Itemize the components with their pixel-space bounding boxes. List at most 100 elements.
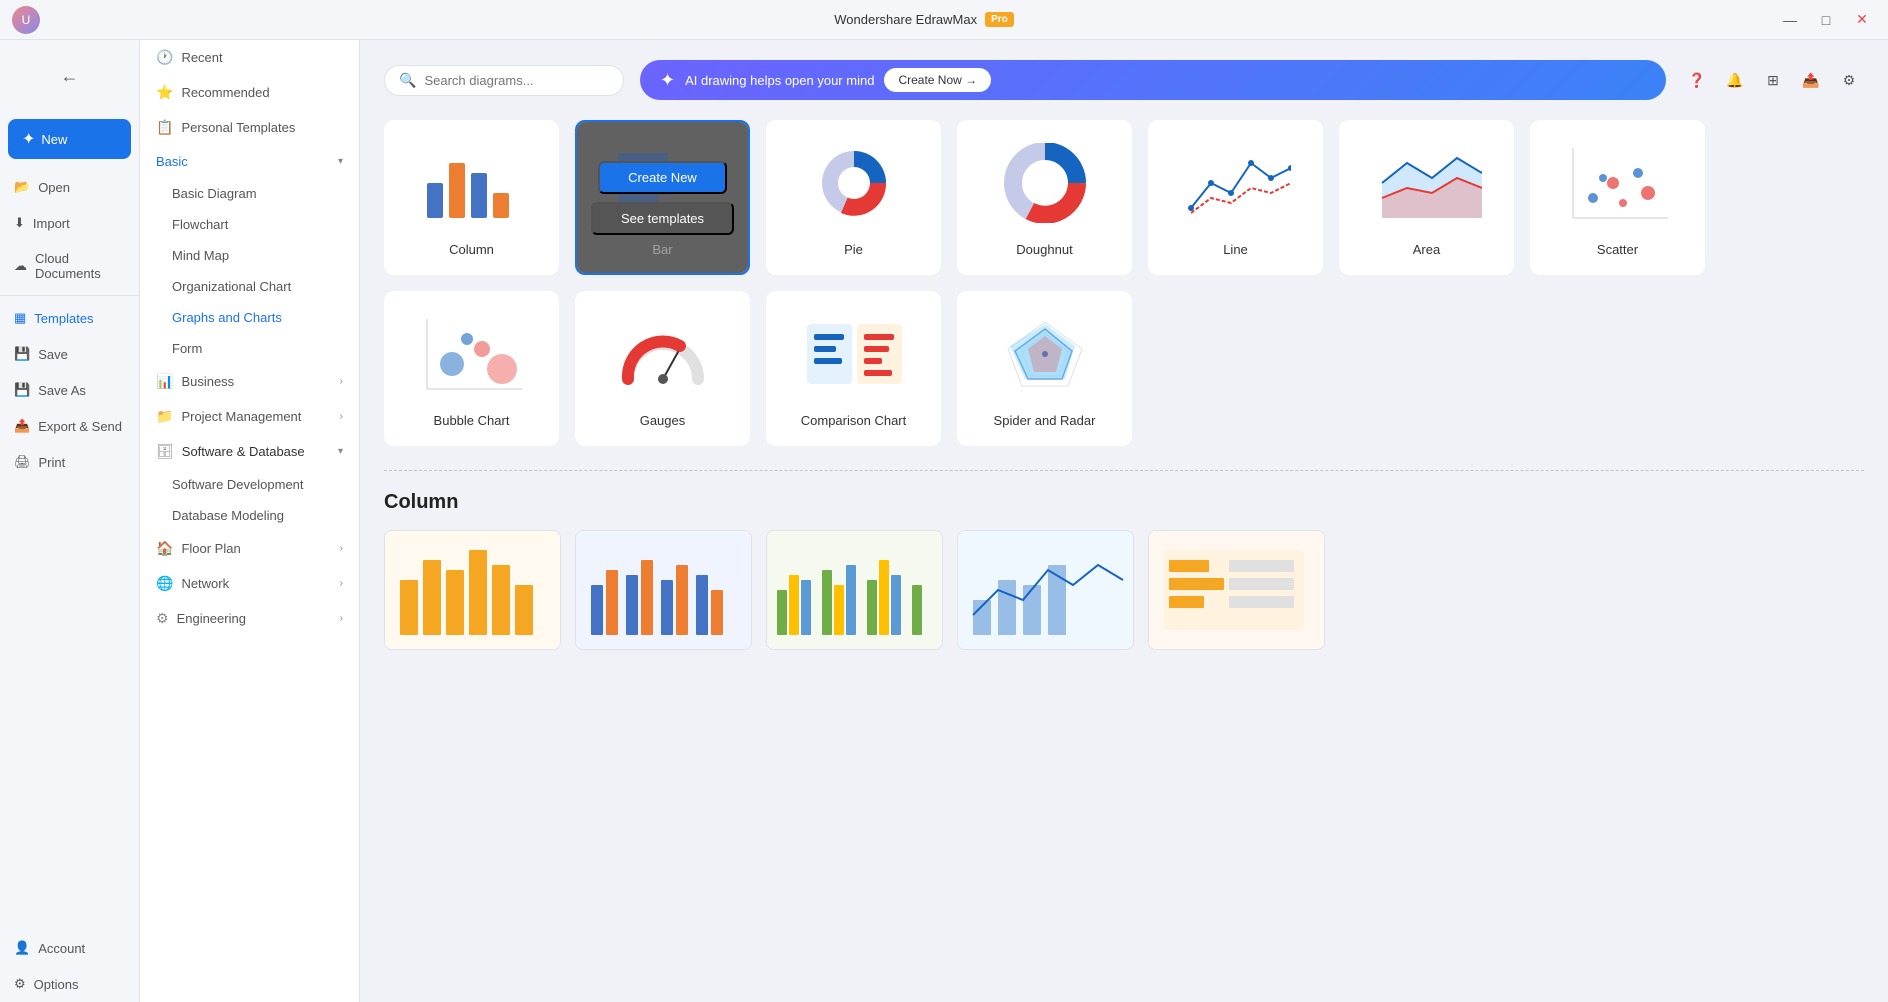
ai-create-now-button[interactable]: Create Now → [884,68,991,92]
titlebar: U Wondershare EdrawMax Pro — □ ✕ [0,0,1888,40]
template-card-1[interactable] [384,530,561,650]
business-chevron: › [340,376,343,387]
area-label: Area [1413,242,1440,257]
print-label: Print [39,455,66,470]
templates-button[interactable]: ▦ Templates [0,300,139,336]
recommended-icon: ⭐ [156,84,173,101]
save-as-label: Save As [38,383,86,398]
sidebar-item-form[interactable]: Form [140,333,359,364]
sidebar-item-recommended[interactable]: ⭐ Recommended [140,75,359,110]
templates-label: Templates [34,311,93,326]
chart-type-doughnut[interactable]: Doughnut [957,120,1132,275]
save-as-button[interactable]: 💾 Save As [0,372,139,408]
open-button[interactable]: 📂 Open [0,169,139,205]
doughnut-label: Doughnut [1016,242,1072,257]
engineering-icon: ⚙ [156,610,169,627]
sidebar-item-graphs-charts[interactable]: Graphs and Charts [140,302,359,333]
section-project-mgmt[interactable]: 📁 Project Management › [140,399,359,434]
account-button[interactable]: 👤 Account [0,930,139,966]
create-new-button[interactable]: Create New [598,161,727,194]
template-card-2[interactable] [575,530,752,650]
chart-type-comparison[interactable]: Comparison Chart [766,291,941,446]
sidebar-item-database-modeling[interactable]: Database Modeling [140,500,359,531]
section-engineering[interactable]: ⚙ Engineering › [140,601,359,636]
chart-type-line[interactable]: Line [1148,120,1323,275]
options-icon: ⚙ [14,976,26,992]
import-button[interactable]: ⬇ Import [0,205,139,241]
cloud-documents-button[interactable]: ☁ Cloud Documents [0,241,139,291]
help-icon[interactable]: ❓ [1682,65,1712,95]
bubble-preview [412,309,532,399]
new-label: New [41,132,67,147]
topbar: 🔍 ✦ AI drawing helps open your mind Crea… [384,60,1864,100]
section-basic[interactable]: Basic ▾ [140,145,359,178]
open-icon: 📂 [14,179,30,195]
chart-type-scatter[interactable]: Scatter [1530,120,1705,275]
chart-type-gauges[interactable]: Gauges [575,291,750,446]
section-business[interactable]: 📊 Business › [140,364,359,399]
minimize-button[interactable]: — [1776,6,1804,34]
chart-type-bubble[interactable]: Bubble Chart [384,291,559,446]
section-floor-plan[interactable]: 🏠 Floor Plan › [140,531,359,566]
options-button[interactable]: ⚙ Options [0,966,139,1002]
back-button[interactable]: ← [14,54,125,99]
business-label: Business [181,374,234,389]
floor-plan-label: Floor Plan [181,541,240,556]
software-db-label: Software & Database [182,444,305,459]
project-mgmt-chevron: › [340,411,343,422]
see-templates-button[interactable]: See templates [591,202,734,235]
software-db-chevron: ▾ [338,446,343,457]
search-input[interactable] [424,73,609,88]
print-icon: 🖨 [14,454,31,470]
ai-sparkle-icon: ✦ [660,70,675,91]
template-card-3[interactable] [766,530,943,650]
settings-icon[interactable]: ⚙ [1834,65,1864,95]
chart-type-area[interactable]: Area [1339,120,1514,275]
chart-type-spider[interactable]: Spider and Radar [957,291,1132,446]
section-network[interactable]: 🌐 Network › [140,566,359,601]
share-icon[interactable]: 📤 [1796,65,1826,95]
ai-banner: ✦ AI drawing helps open your mind Create… [640,60,1666,100]
sidebar-item-recent[interactable]: 🕐 Recent [140,40,359,75]
save-icon: 💾 [14,346,30,362]
doughnut-preview [985,138,1105,228]
template-card-4[interactable] [957,530,1134,650]
basic-label: Basic [156,154,188,169]
template-card-5[interactable] [1148,530,1325,650]
close-button[interactable]: ✕ [1848,6,1876,34]
line-label: Line [1223,242,1248,257]
grid-icon[interactable]: ⊞ [1758,65,1788,95]
recent-icon: 🕐 [156,49,173,66]
cloud-label: Cloud Documents [35,251,125,281]
pie-label: Pie [844,242,863,257]
chart-type-column[interactable]: Column [384,120,559,275]
sidebar-item-basic-diagram[interactable]: Basic Diagram [140,178,359,209]
export-send-button[interactable]: 📤 Export & Send [0,408,139,444]
print-button[interactable]: 🖨 Print [0,444,139,480]
scatter-preview [1558,138,1678,228]
maximize-button[interactable]: □ [1812,6,1840,34]
section-software-db[interactable]: 🗄 Software & Database ▾ [140,434,359,469]
sidebar-item-mind-map[interactable]: Mind Map [140,240,359,271]
new-button[interactable]: ✦ New [8,119,131,159]
avatar[interactable]: U [12,6,40,34]
open-label: Open [38,180,70,195]
narrow-sidebar: ← ✦ New 📂 Open ⬇ Import ☁ Cloud Document… [0,40,140,1002]
sidebar-item-software-dev[interactable]: Software Development [140,469,359,500]
gauges-preview [603,309,723,399]
notification-icon[interactable]: 🔔 [1720,65,1750,95]
chart-type-pie[interactable]: Pie [766,120,941,275]
section-column-title: Column [384,491,1864,514]
sidebar-item-personal-templates[interactable]: 📋 Personal Templates [140,110,359,145]
spider-preview [985,309,1105,399]
project-mgmt-icon: 📁 [156,408,173,425]
save-button[interactable]: 💾 Save [0,336,139,372]
column-label: Column [449,242,494,257]
sidebar-item-org-chart[interactable]: Organizational Chart [140,271,359,302]
import-icon: ⬇ [14,215,25,231]
chart-type-bar[interactable]: Create New See templates Bar [575,120,750,275]
sidebar-item-flowchart[interactable]: Flowchart [140,209,359,240]
import-label: Import [33,216,70,231]
personal-templates-label: Personal Templates [181,120,295,135]
export-label: Export & Send [38,419,122,434]
